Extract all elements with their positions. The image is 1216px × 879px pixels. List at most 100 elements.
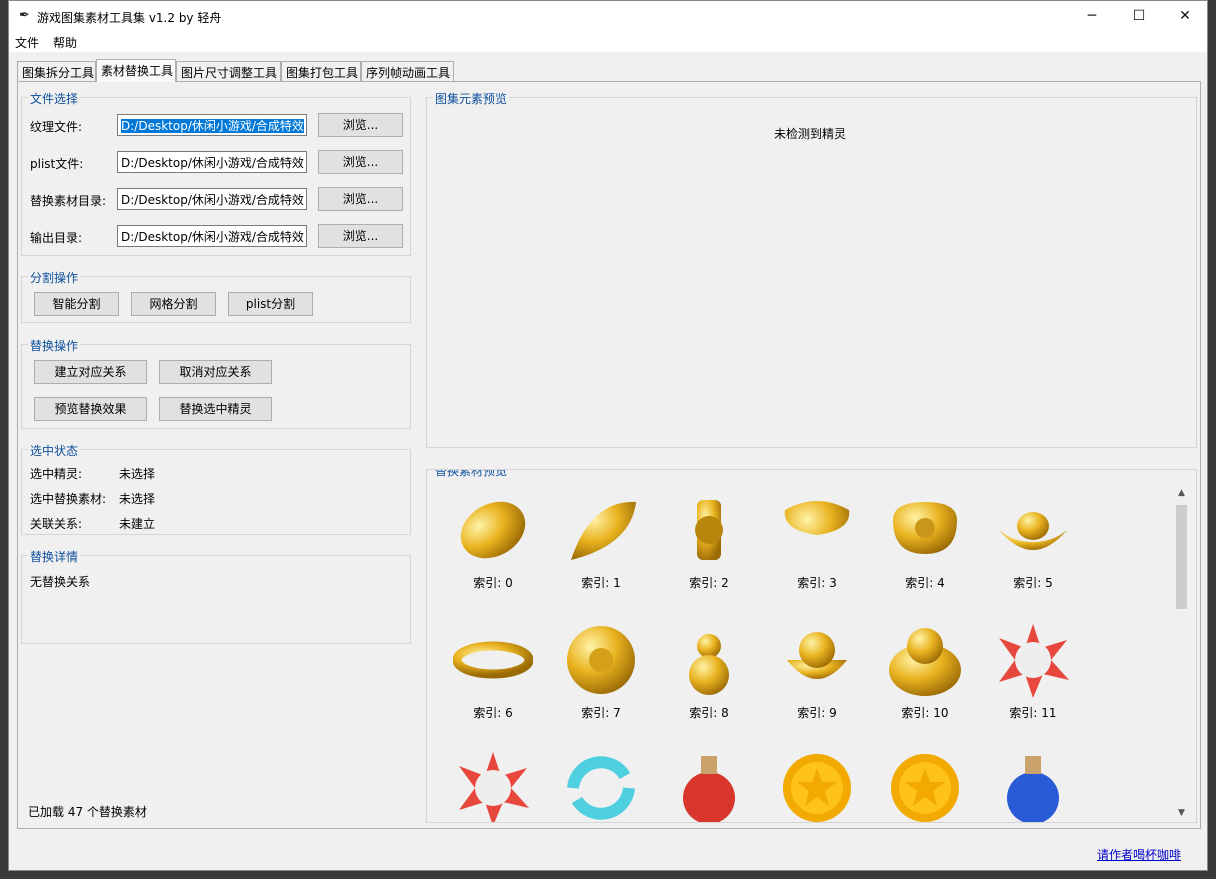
- material-grid: 索引: 0 索引: 1 索引: 2 索引: 3 索引: 4 索引: 5 索引: 6 索引: 7…: [427, 470, 1177, 822]
- gold-flower-icon: [567, 626, 635, 694]
- material-item[interactable]: [875, 748, 975, 822]
- mapping-label: 关联关系:: [30, 517, 83, 531]
- replace-details-text: 无替换关系: [30, 575, 91, 589]
- explosion-icon: [459, 752, 529, 822]
- material-item[interactable]: 索引: 0: [443, 490, 543, 591]
- scroll-thumb[interactable]: [1176, 505, 1187, 609]
- material-preview-group: 替换素材预览 索引: 0 索引: 1 索引: 2 索引: 3 索引: 4 索引: 5 索引:…: [426, 469, 1197, 823]
- plist-split-button[interactable]: plist分割: [228, 292, 313, 316]
- texture-file-input[interactable]: D:/Desktop/休闲小游戏/合成特效: [117, 114, 307, 136]
- atlas-preview-title: 图集元素预览: [433, 90, 510, 107]
- material-index-label: 索引: 9: [797, 706, 837, 720]
- tab-material-replace[interactable]: 素材替换工具: [96, 59, 176, 82]
- mapping-value: 未建立: [119, 517, 156, 531]
- menu-help[interactable]: 帮助: [53, 34, 77, 51]
- gold-elephant-vase-icon: [695, 500, 723, 560]
- gold-ginkgo-leaf-icon: [784, 501, 850, 562]
- replace-operations-group: 替换操作 建立对应关系 取消对应关系 预览替换效果 替换选中精灵: [21, 337, 411, 429]
- material-item[interactable]: 索引: 6: [443, 620, 543, 721]
- tab-atlas-split[interactable]: 图集拆分工具: [17, 61, 96, 81]
- material-item[interactable]: 索引: 10: [875, 620, 975, 721]
- scroll-down-icon[interactable]: ▼: [1173, 805, 1190, 822]
- blue-potion-icon: [1007, 756, 1059, 822]
- split-operations-title: 分割操作: [28, 269, 81, 286]
- cancel-mapping-button[interactable]: 取消对应关系: [159, 360, 272, 384]
- explosion-icon: [999, 624, 1069, 698]
- material-item[interactable]: 索引: 4: [875, 490, 975, 591]
- plist-file-input[interactable]: D:/Desktop/休闲小游戏/合成特效: [117, 151, 307, 173]
- material-item[interactable]: 索引: 1: [551, 490, 651, 591]
- title-bar: ✒ 游戏图集素材工具集 v1.2 by 轻舟 ─ ☐ ✕: [9, 1, 1207, 32]
- tab-atlas-pack[interactable]: 图集打包工具: [281, 61, 361, 81]
- material-index-label: 索引: 2: [689, 576, 729, 590]
- replace-dir-input[interactable]: D:/Desktop/休闲小游戏/合成特效: [117, 188, 307, 210]
- window-title: 游戏图集素材工具集 v1.2 by 轻舟: [37, 11, 222, 25]
- plist-file-label: plist文件:: [30, 157, 84, 171]
- selected-sprite-value: 未选择: [119, 467, 156, 481]
- material-scrollbar[interactable]: ▲ ▼: [1173, 485, 1190, 822]
- selected-sprite-label: 选中精灵:: [30, 467, 83, 481]
- maximize-button[interactable]: ☐: [1116, 1, 1162, 32]
- material-item[interactable]: 索引: 11: [983, 620, 1083, 721]
- build-mapping-button[interactable]: 建立对应关系: [34, 360, 147, 384]
- replace-details-group: 替换详情 无替换关系: [21, 548, 411, 644]
- scroll-up-icon[interactable]: ▲: [1173, 485, 1190, 502]
- gold-ingot-icon: [999, 512, 1067, 550]
- material-index-label: 索引: 0: [473, 576, 513, 590]
- menu-bar: 文件 帮助: [9, 32, 1207, 52]
- preview-replace-button[interactable]: 预览替换效果: [34, 397, 147, 421]
- texture-browse-button[interactable]: 浏览...: [318, 113, 403, 137]
- minimize-button[interactable]: ─: [1069, 1, 1115, 32]
- material-item[interactable]: 索引: 7: [551, 620, 651, 721]
- material-item[interactable]: [551, 748, 651, 822]
- tab-content: 文件选择 纹理文件: D:/Desktop/休闲小游戏/合成特效 浏览... p…: [17, 81, 1201, 829]
- close-button[interactable]: ✕: [1162, 1, 1208, 32]
- smart-split-button[interactable]: 智能分割: [34, 292, 119, 316]
- material-item[interactable]: 索引: 2: [659, 490, 759, 591]
- replace-dir-browse-button[interactable]: 浏览...: [318, 187, 403, 211]
- material-item[interactable]: 索引: 3: [767, 490, 867, 591]
- replace-operations-title: 替换操作: [28, 337, 81, 354]
- selection-status-group: 选中状态 选中精灵: 未选择 选中替换素材: 未选择 关联关系: 未建立: [21, 442, 411, 535]
- material-index-label: 索引: 4: [905, 576, 945, 590]
- texture-file-label: 纹理文件:: [30, 120, 83, 134]
- output-dir-input[interactable]: D:/Desktop/休闲小游戏/合成特效: [117, 225, 307, 247]
- gold-seed-icon: [571, 501, 636, 560]
- buy-coffee-link[interactable]: 请作者喝杯咖啡: [1097, 846, 1181, 863]
- material-index-label: 索引: 11: [1009, 706, 1057, 720]
- material-item[interactable]: 索引: 8: [659, 620, 759, 721]
- plist-browse-button[interactable]: 浏览...: [318, 150, 403, 174]
- replace-selected-button[interactable]: 替换选中精灵: [159, 397, 272, 421]
- output-dir-browse-button[interactable]: 浏览...: [318, 224, 403, 248]
- app-window: ✒ 游戏图集素材工具集 v1.2 by 轻舟 ─ ☐ ✕ 文件 帮助 图集拆分工…: [8, 0, 1208, 871]
- material-index-label: 索引: 10: [901, 706, 949, 720]
- material-item[interactable]: 索引: 9: [767, 620, 867, 721]
- gold-lock-icon: [893, 502, 957, 554]
- loaded-status-text: 已加载 47 个替换素材: [28, 805, 147, 819]
- gold-star-coin-icon: [891, 754, 959, 822]
- laughing-buddha-icon: [889, 628, 961, 696]
- selection-status-title: 选中状态: [28, 442, 81, 459]
- material-index-label: 索引: 3: [797, 576, 837, 590]
- material-item[interactable]: [767, 748, 867, 822]
- material-item[interactable]: [659, 748, 759, 822]
- tab-sequence-animation[interactable]: 序列帧动画工具: [361, 61, 454, 81]
- menu-file[interactable]: 文件: [15, 34, 39, 51]
- gold-bean-icon: [460, 501, 526, 559]
- gold-bracelet-icon: [453, 641, 533, 679]
- atlas-preview-group: 图集元素预览 未检测到精灵: [426, 90, 1197, 448]
- treasure-bowl-icon: [787, 632, 847, 679]
- tab-image-resize[interactable]: 图片尺寸调整工具: [176, 61, 281, 81]
- material-item[interactable]: 索引: 5: [983, 490, 1083, 591]
- gold-gourd-icon: [689, 634, 729, 695]
- grid-split-button[interactable]: 网格分割: [131, 292, 216, 316]
- material-item[interactable]: [983, 748, 1083, 822]
- desktop-strip: [0, 871, 1216, 879]
- selected-material-value: 未选择: [119, 492, 156, 506]
- file-selection-title: 文件选择: [28, 90, 81, 107]
- gold-star-coin-icon: [783, 754, 851, 822]
- output-dir-label: 输出目录:: [30, 231, 83, 245]
- material-item[interactable]: [443, 748, 543, 822]
- red-potion-icon: [683, 756, 735, 822]
- material-index-label: 索引: 8: [689, 706, 729, 720]
